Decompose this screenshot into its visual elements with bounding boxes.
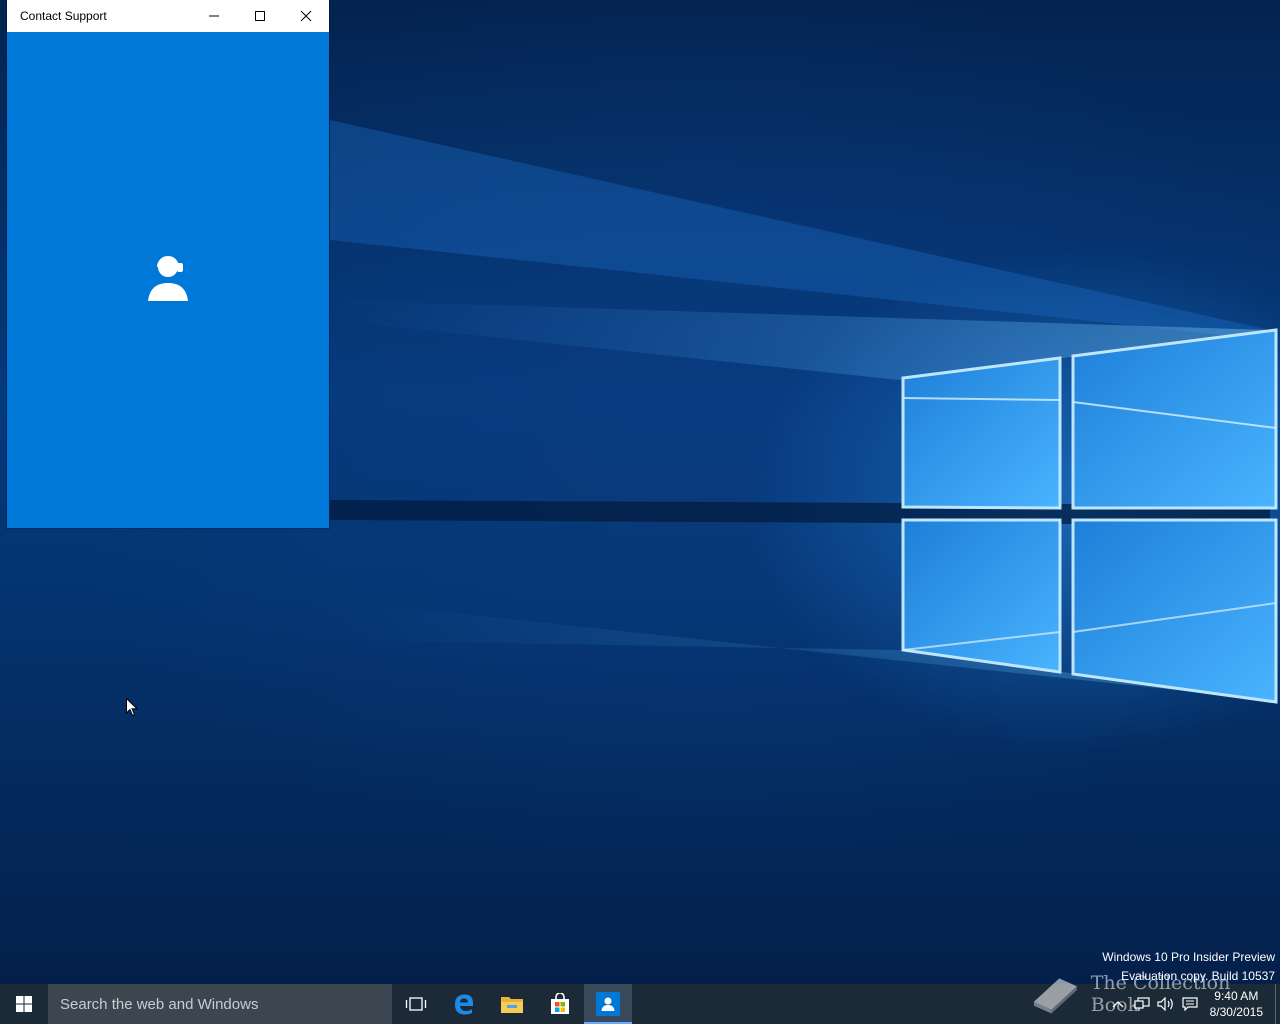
volume-button[interactable] <box>1154 984 1178 1024</box>
book-icon <box>1033 978 1077 1014</box>
task-view-button[interactable] <box>392 984 440 1024</box>
store-icon <box>551 993 569 1014</box>
window-titlebar[interactable]: Contact Support <box>7 0 329 32</box>
search-input[interactable]: Search the web and Windows <box>48 984 392 1024</box>
start-icon <box>16 996 32 1012</box>
watermark-line1: Windows 10 Pro Insider Preview <box>1102 950 1275 964</box>
edge-button[interactable] <box>440 984 488 1024</box>
network-button[interactable] <box>1130 984 1154 1024</box>
app-content <box>7 32 329 528</box>
close-button[interactable] <box>283 0 329 32</box>
taskbar: Search the web and Windows The Collectio… <box>0 972 1280 1024</box>
clock-time: 9:40 AM <box>1214 989 1259 1003</box>
network-icon <box>1134 997 1150 1011</box>
maximize-button[interactable] <box>237 0 283 32</box>
volume-icon <box>1157 997 1173 1011</box>
store-button[interactable] <box>536 984 584 1024</box>
chevron-up-icon <box>1112 1001 1124 1008</box>
action-center-icon <box>1182 997 1198 1011</box>
system-tray: 9:40 AM 8/30/2015 <box>1106 984 1280 1024</box>
minimize-button[interactable] <box>191 0 237 32</box>
maximize-icon <box>255 11 265 21</box>
contact-support-window[interactable]: Contact Support <box>7 0 329 528</box>
action-center-button[interactable] <box>1178 984 1202 1024</box>
window-title: Contact Support <box>20 9 107 23</box>
contact-support-icon <box>596 992 620 1016</box>
show-desktop-button[interactable] <box>1275 984 1280 1024</box>
start-button[interactable] <box>0 984 48 1024</box>
file-explorer-button[interactable] <box>488 984 536 1024</box>
search-placeholder: Search the web and Windows <box>60 995 259 1013</box>
close-icon <box>300 10 312 22</box>
edge-icon <box>455 994 473 1015</box>
minimize-icon <box>209 15 219 17</box>
mouse-cursor-icon <box>126 698 138 717</box>
contact-support-taskbar-button[interactable] <box>584 984 632 1024</box>
support-agent-icon <box>148 256 188 301</box>
clock[interactable]: 9:40 AM 8/30/2015 <box>1202 988 1275 1020</box>
caption-buttons <box>191 0 329 32</box>
show-hidden-icons-button[interactable] <box>1106 984 1130 1024</box>
task-view-icon <box>405 997 427 1011</box>
file-explorer-icon <box>501 997 523 1013</box>
desktop: Contact Support Windows 10 Pro Insider P… <box>0 0 1280 984</box>
clock-date: 8/30/2015 <box>1209 1005 1263 1019</box>
